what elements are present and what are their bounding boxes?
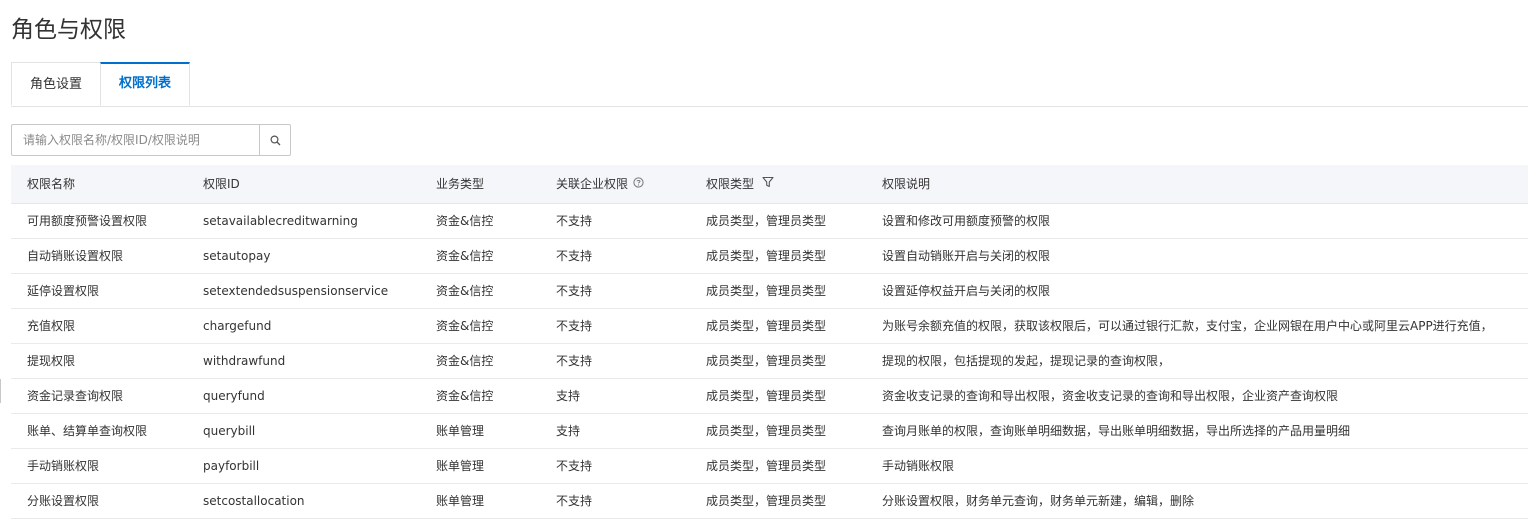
- cell-enterprise-permission: 不支持: [556, 354, 593, 368]
- cell-permission-name: 资金记录查询权限: [27, 389, 124, 403]
- header-enterprise-permission: 关联企业权限: [556, 165, 701, 203]
- cell-permission-name: 提现权限: [27, 354, 76, 368]
- cell-permission-type: 成员类型，管理员类型: [706, 214, 827, 228]
- cell-permission-description: 资金收支记录的查询和导出权限，资金收支记录的查询和导出权限，企业资产查询权限: [882, 389, 1339, 403]
- cell-business-type: 资金&信控: [436, 389, 494, 403]
- cell-enterprise-permission: 支持: [556, 424, 581, 438]
- header-permission-type: 权限类型: [706, 165, 876, 203]
- table-header: 权限名称 权限ID 业务类型 关联企业权限 权限类型 权限说明: [11, 165, 1528, 204]
- tab-permission-list[interactable]: 权限列表: [100, 62, 190, 106]
- search-input[interactable]: [12, 125, 260, 155]
- table-body: 可用额度预警设置权限 setavailablecreditwarning 资金&信控…: [11, 204, 1528, 519]
- cell-enterprise-permission: 支持: [556, 389, 581, 403]
- cell-permission-description: 提现的权限，包括提现的发起，提现记录的查询权限，: [882, 354, 1171, 368]
- cell-permission-name: 分账设置权限: [27, 494, 100, 508]
- table-row: 充值权限 chargefund 资金&信控 不支持 成员类型，管理员类型 为账号余额充值的…: [11, 309, 1528, 344]
- table-row: 资金记录查询权限 queryfund 资金&信控 支持 成员类型，管理员类型 资金收支记录…: [11, 379, 1528, 414]
- cell-permission-type: 成员类型，管理员类型: [706, 354, 827, 368]
- cell-business-type: 资金&信控: [436, 354, 494, 368]
- cell-permission-description: 设置和修改可用额度预警的权限: [882, 214, 1051, 228]
- table-row: 提现权限 withdrawfund 资金&信控 不支持 成员类型，管理员类型 提现的权限，…: [11, 344, 1528, 379]
- cell-business-type: 账单管理: [436, 494, 485, 508]
- cell-permission-name: 账单、结算单查询权限: [27, 424, 148, 438]
- cell-enterprise-permission: 不支持: [556, 214, 593, 228]
- header-permission-id: 权限ID: [203, 177, 240, 191]
- cell-permission-type: 成员类型，管理员类型: [706, 249, 827, 263]
- page-title: 角色与权限: [11, 17, 126, 43]
- cell-permission-description: 为账号余额充值的权限，获取该权限后，可以通过银行汇款，支付宝，企业网银在用户中心…: [882, 319, 1493, 333]
- cell-permission-id: withdrawfund: [203, 354, 286, 368]
- header-permission-type-label: 权限类型: [706, 177, 755, 191]
- cell-business-type: 资金&信控: [436, 319, 494, 333]
- left-edge-marker: [0, 379, 1, 403]
- cell-permission-id: chargefund: [203, 319, 272, 333]
- cell-permission-type: 成员类型，管理员类型: [706, 494, 827, 508]
- cell-permission-name: 手动销账权限: [27, 459, 100, 473]
- cell-permission-description: 手动销账权限: [882, 459, 955, 473]
- cell-permission-description: 查询月账单的权限，查询账单明细数据，导出账单明细数据，导出所选择的产品用量明细: [882, 424, 1351, 438]
- cell-permission-id: payforbill: [203, 459, 260, 473]
- cell-permission-id: setcostallocation: [203, 494, 305, 508]
- cell-permission-name: 充值权限: [27, 319, 76, 333]
- filter-icon[interactable]: [762, 165, 774, 203]
- cell-permission-id: setautopay: [203, 249, 271, 263]
- cell-permission-type: 成员类型，管理员类型: [706, 284, 827, 298]
- cell-business-type: 资金&信控: [436, 249, 494, 263]
- table-row: 延停设置权限 setextendedsuspensionservice 资金&信控 不…: [11, 274, 1528, 309]
- cell-business-type: 账单管理: [436, 424, 485, 438]
- header-permission-description: 权限说明: [882, 177, 931, 191]
- cell-business-type: 账单管理: [436, 459, 485, 473]
- cell-permission-description: 分账设置权限，财务单元查询，财务单元新建，编辑，删除: [882, 494, 1195, 508]
- search-box: [11, 124, 291, 156]
- cell-permission-id: setextendedsuspensionservice: [203, 284, 389, 298]
- help-circle-icon[interactable]: [633, 165, 644, 203]
- cell-enterprise-permission: 不支持: [556, 459, 593, 473]
- cell-permission-name: 延停设置权限: [27, 284, 100, 298]
- search-icon: [269, 131, 281, 150]
- table-row: 账单、结算单查询权限 querybill 账单管理 支持 成员类型，管理员类型 查询月账单…: [11, 414, 1528, 449]
- search-button[interactable]: [259, 125, 290, 155]
- permission-table: 权限名称 权限ID 业务类型 关联企业权限 权限类型 权限说明 可用额度预警设置…: [11, 165, 1528, 519]
- table-row: 可用额度预警设置权限 setavailablecreditwarning 资金&信控…: [11, 204, 1528, 239]
- header-enterprise-permission-label: 关联企业权限: [556, 177, 629, 191]
- cell-permission-description: 设置延停权益开启与关闭的权限: [882, 284, 1051, 298]
- header-permission-name: 权限名称: [27, 177, 76, 191]
- cell-business-type: 资金&信控: [436, 284, 494, 298]
- cell-permission-id: querybill: [203, 424, 256, 438]
- cell-permission-id: setavailablecreditwarning: [203, 214, 358, 228]
- cell-permission-type: 成员类型，管理员类型: [706, 424, 827, 438]
- table-row: 手动销账权限 payforbill 账单管理 不支持 成员类型，管理员类型 手动销账权限: [11, 449, 1528, 484]
- cell-permission-description: 设置自动销账开启与关闭的权限: [882, 249, 1051, 263]
- cell-business-type: 资金&信控: [436, 214, 494, 228]
- table-row: 分账设置权限 setcostallocation 账单管理 不支持 成员类型，管理员类型…: [11, 484, 1528, 519]
- cell-permission-type: 成员类型，管理员类型: [706, 389, 827, 403]
- cell-enterprise-permission: 不支持: [556, 319, 593, 333]
- cell-enterprise-permission: 不支持: [556, 249, 593, 263]
- cell-permission-name: 自动销账设置权限: [27, 249, 124, 263]
- cell-enterprise-permission: 不支持: [556, 494, 593, 508]
- table-row: 自动销账设置权限 setautopay 资金&信控 不支持 成员类型，管理员类型 设置自动…: [11, 239, 1528, 274]
- cell-permission-name: 可用额度预警设置权限: [27, 214, 148, 228]
- cell-permission-id: queryfund: [203, 389, 265, 403]
- header-business-type: 业务类型: [436, 177, 485, 191]
- tab-bar: 角色设置 权限列表: [11, 62, 1528, 107]
- tab-role-settings[interactable]: 角色设置: [11, 62, 101, 105]
- cell-enterprise-permission: 不支持: [556, 284, 593, 298]
- cell-permission-type: 成员类型，管理员类型: [706, 459, 827, 473]
- cell-permission-type: 成员类型，管理员类型: [706, 319, 827, 333]
